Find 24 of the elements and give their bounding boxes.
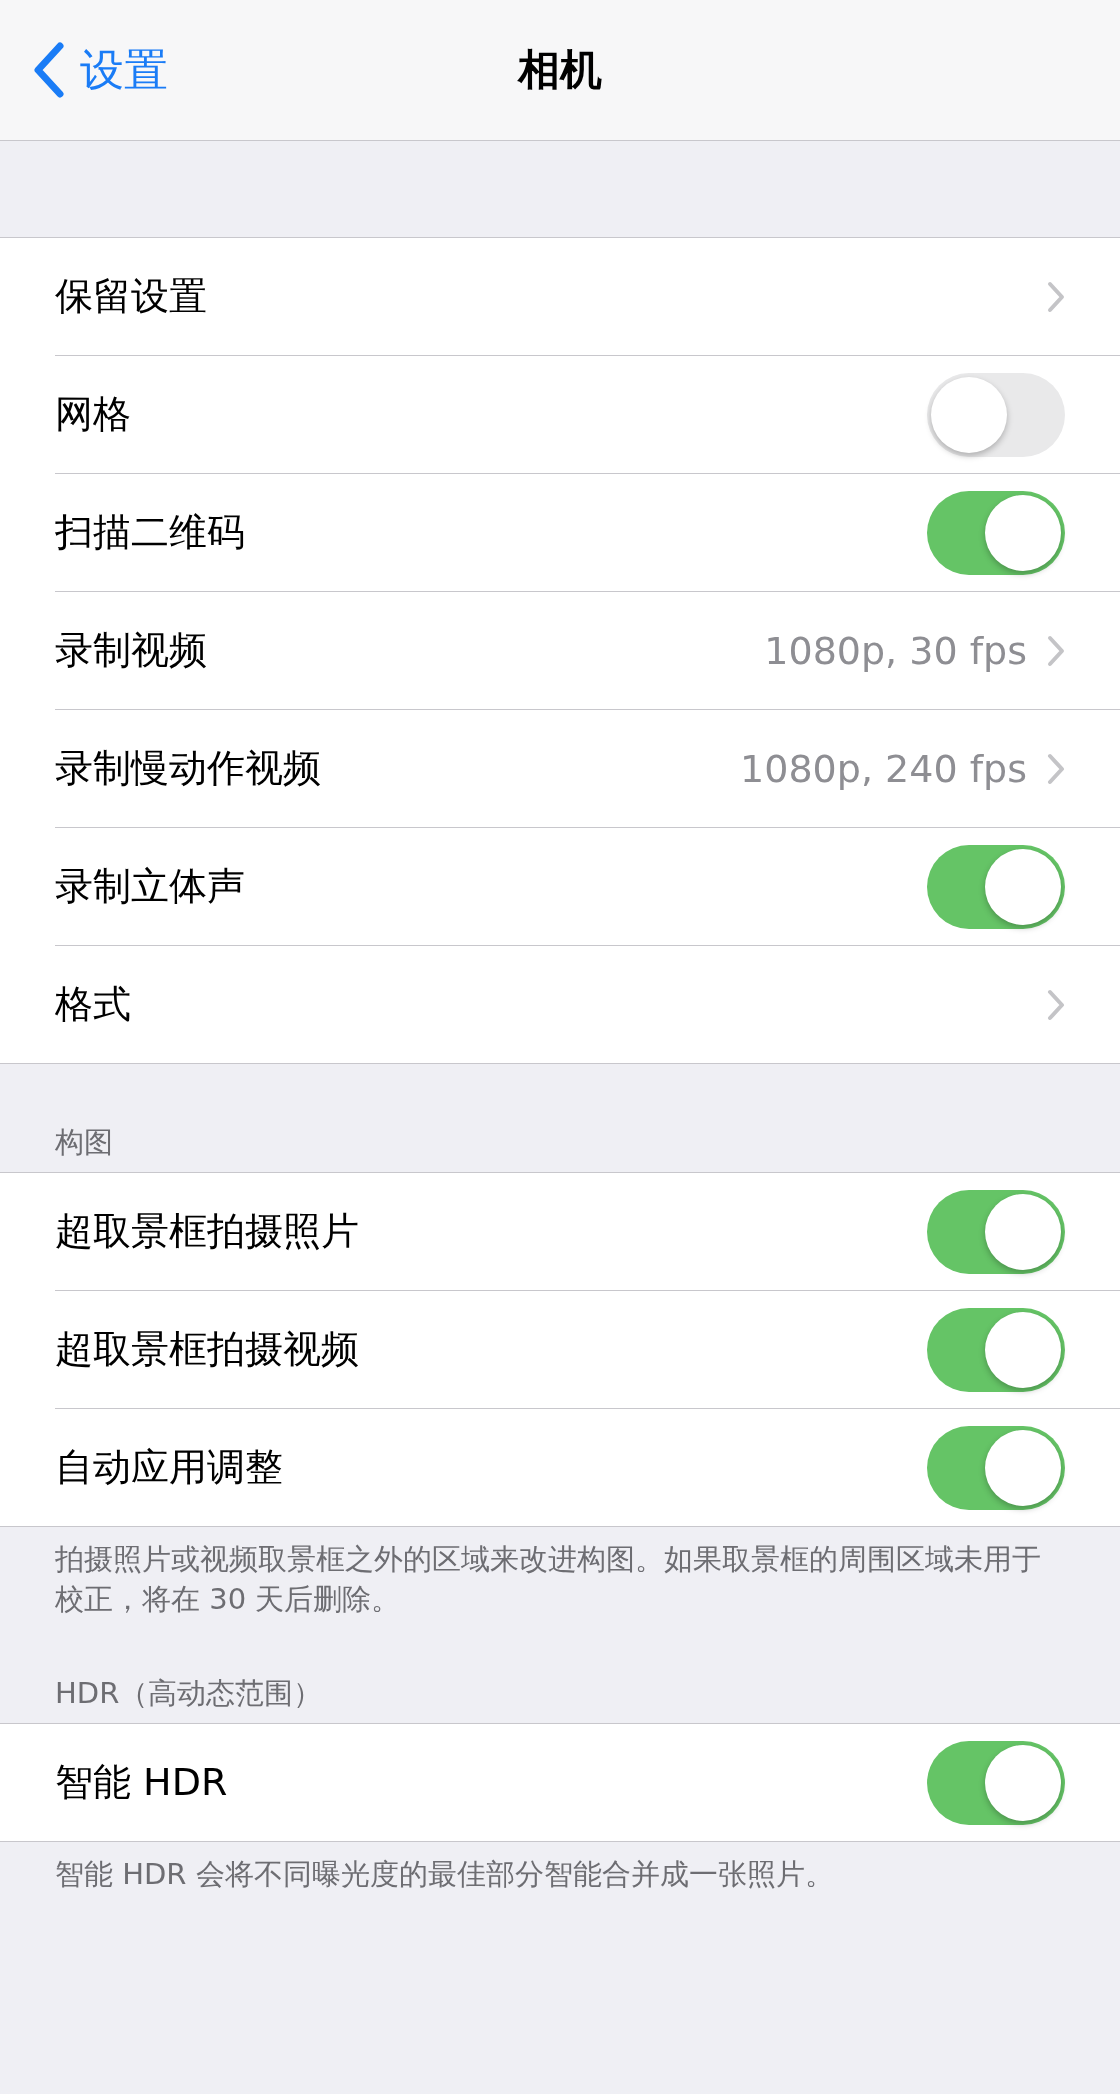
chevron-icon[interactable] [1047,280,1065,313]
chevron-icon[interactable] [1047,752,1065,785]
setting-value: 1080p, 30 fps [764,628,1027,673]
setting-label: 扫描二维码 [55,509,246,556]
chevron-icon[interactable] [1047,988,1065,1021]
setting-value: 1080p, 240 fps [740,746,1027,791]
setting-label: 超取景框拍摄视频 [55,1326,360,1373]
setting-label: 录制立体声 [55,863,246,910]
setting-label: 录制慢动作视频 [55,745,322,792]
setting-label: 网格 [55,391,132,438]
section-footer: 智能 HDR 会将不同曝光度的最佳部分智能合并成一张照片。 [55,1857,834,1891]
setting-label: 格式 [55,981,132,1028]
section-header: 构图 [55,1125,113,1159]
section-footer: 拍摄照片或视频取景框之外的区域来改进构图。如果取景框的周围区域未用于校正，将在 30 天后删除。 [55,1542,1041,1616]
setting-label: 录制视频 [55,627,208,674]
section-header: HDR（高动态范围） [55,1676,323,1710]
setting-label: 智能 HDR [55,1759,229,1806]
back-chevron-icon [32,42,66,98]
chevron-icon[interactable] [1047,634,1065,667]
setting-label: 保留设置 [55,273,208,320]
screen-title: 相机 [518,44,602,96]
setting-label: 自动应用调整 [55,1444,284,1491]
setting-label: 超取景框拍摄照片 [55,1208,360,1255]
back-button[interactable]: 设置 [32,0,168,140]
